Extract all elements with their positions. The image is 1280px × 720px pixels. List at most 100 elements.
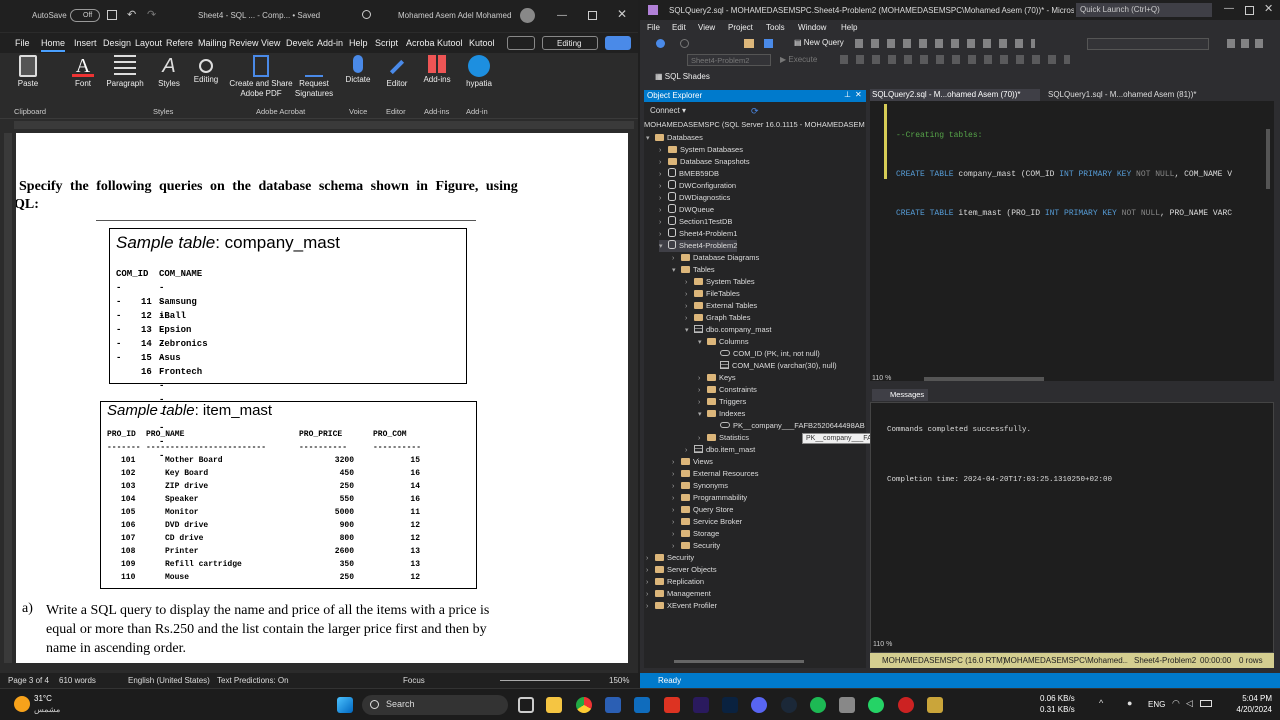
pin-icon[interactable]: ⊥	[844, 90, 851, 99]
tab-sqlquery1[interactable]: SQLQuery1.sql - M...ohamed Asem (81))*	[1046, 89, 1216, 101]
editing-button[interactable]: Editing	[190, 55, 222, 85]
document-page[interactable]: Specify the following queries on the dat…	[16, 133, 628, 663]
tree-node[interactable]: › XEvent Profiler	[646, 600, 717, 612]
tree-node[interactable]: ▾ Tables	[672, 264, 715, 276]
create-share-pdf-button[interactable]: Create and Share Adobe PDF	[229, 55, 293, 99]
steam-icon[interactable]	[781, 697, 797, 713]
settings-icon[interactable]	[1227, 39, 1267, 48]
tree-node[interactable]: › Statistics	[698, 432, 749, 444]
tree-node[interactable]: › Triggers	[698, 396, 746, 408]
tab-sqlquery2[interactable]: SQLQuery2.sql - M...ohamed Asem (70))*	[870, 89, 1040, 101]
outlook-icon[interactable]	[634, 697, 650, 713]
server-node[interactable]: MOHAMEDASEMSPC (SQL Server 16.0.1115 - M…	[644, 120, 866, 129]
ssms-taskbar-icon[interactable]	[927, 697, 943, 713]
collapse-icon[interactable]: ▾	[659, 241, 668, 253]
tree-node[interactable]: › Constraints	[698, 384, 757, 396]
dictate-button[interactable]: Dictate	[343, 55, 373, 85]
tree-node[interactable]: › FileTables	[685, 288, 740, 300]
messages-zoom[interactable]: 110 %	[873, 641, 892, 648]
tree-node[interactable]: ▾ Databases	[646, 132, 703, 144]
tree-node[interactable]: ▾ dbo.company_mast	[685, 324, 771, 336]
tree-node[interactable]: › Sheet4-Problem1	[659, 228, 737, 240]
ssms-menu-help[interactable]: Help	[841, 23, 857, 32]
menu-acrobat[interactable]: Acroba	[406, 38, 435, 48]
tree-node[interactable]: › Query Store	[672, 504, 733, 516]
zoom-slider[interactable]	[500, 680, 590, 681]
collapse-icon[interactable]: ▾	[672, 265, 681, 277]
tree-node[interactable]: › DWDiagnostics	[659, 192, 730, 204]
acrobat-icon[interactable]	[664, 697, 680, 713]
quick-launch[interactable]: Quick Launch (Ctrl+Q)	[1076, 3, 1212, 17]
tree-node[interactable]: COM_ID (PK, int, not null)	[711, 348, 820, 360]
tree-node[interactable]: › Security	[646, 552, 694, 564]
zoom-level[interactable]: 150%	[609, 676, 629, 685]
horizontal-ruler[interactable]	[14, 121, 634, 129]
search-icon[interactable]	[362, 10, 371, 19]
tree-node[interactable]: › BMEB59DB	[659, 168, 719, 180]
forward-icon[interactable]	[680, 39, 689, 48]
menu-references[interactable]: Refere	[166, 38, 193, 48]
ssms-menu-window[interactable]: Window	[798, 23, 826, 32]
collapse-icon[interactable]: ▾	[698, 409, 707, 421]
menu-file[interactable]: File	[15, 38, 30, 48]
tree-node[interactable]: › DWQueue	[659, 204, 714, 216]
editor-zoom[interactable]: 110 %	[872, 375, 891, 382]
available-databases-combo[interactable]: Sheet4-Problem2	[687, 54, 771, 66]
oe-close-icon[interactable]: ✕	[855, 90, 862, 99]
ssms-menu-file[interactable]: File	[647, 23, 660, 32]
new-query-button[interactable]: ▤ New Query	[794, 38, 844, 47]
styles-button[interactable]: A Styles	[154, 55, 184, 89]
menu-layout[interactable]: Layout	[135, 38, 162, 48]
maximize-icon[interactable]	[588, 11, 597, 20]
oe-horizontal-scrollbar[interactable]	[674, 660, 804, 663]
avatar[interactable]	[520, 8, 535, 23]
clock-time[interactable]: 5:04 PM	[1220, 694, 1272, 703]
discord-icon[interactable]	[751, 697, 767, 713]
file-explorer-icon[interactable]	[546, 697, 562, 713]
word-count[interactable]: 610 words	[59, 676, 96, 685]
menu-kutools-plus[interactable]: Kutool	[469, 38, 495, 48]
font-button[interactable]: A Font	[68, 55, 98, 89]
language[interactable]: English (United States)	[128, 676, 210, 685]
undo-icon[interactable]: ↶	[127, 8, 136, 21]
tree-node[interactable]: › External Resources	[672, 468, 758, 480]
editing-mode-button[interactable]: Editing	[542, 36, 598, 50]
tree-node[interactable]: › Database Snapshots	[659, 156, 750, 168]
query-editor[interactable]: --Creating tables: CREATE TABLE company_…	[870, 101, 1274, 382]
tree-node[interactable]: › Security	[672, 540, 720, 552]
collapse-icon[interactable]: ▾	[685, 325, 694, 337]
editor-v-scrollbar[interactable]	[1266, 129, 1270, 189]
expand-icon[interactable]: ›	[646, 601, 655, 613]
app-icon[interactable]	[839, 697, 855, 713]
clock-date[interactable]: 4/20/2024	[1220, 705, 1272, 714]
chrome-icon[interactable]	[576, 697, 592, 713]
ssms-menu-project[interactable]: Project	[728, 23, 753, 32]
share-button[interactable]	[605, 36, 631, 50]
location-icon[interactable]: ●	[1127, 698, 1132, 708]
recorder-icon[interactable]	[898, 697, 914, 713]
editor-code[interactable]: --Creating tables: CREATE TABLE company_…	[896, 103, 1270, 246]
tree-node[interactable]: ▾ Sheet4-Problem2	[659, 240, 738, 253]
collapse-icon[interactable]: ▾	[646, 133, 655, 145]
request-signatures-button[interactable]: Request Signatures	[293, 55, 335, 99]
save-all-icon[interactable]	[764, 39, 773, 48]
tree-node[interactable]: › Service Broker	[672, 516, 742, 528]
taskbar-search[interactable]: Search	[362, 695, 508, 715]
editor-h-scrollbar[interactable]	[924, 377, 1044, 381]
menu-home[interactable]: Home	[41, 38, 66, 52]
task-view-icon[interactable]	[518, 697, 534, 713]
language-indicator[interactable]: ENG	[1148, 700, 1165, 709]
menu-mailings[interactable]: Mailing	[198, 38, 227, 48]
ssms-maximize-icon[interactable]	[1245, 6, 1254, 15]
menu-developer[interactable]: Develc	[286, 38, 314, 48]
wifi-icon[interactable]: ◠	[1172, 698, 1180, 709]
premiere-icon[interactable]	[693, 697, 709, 713]
tree-node[interactable]: › Graph Tables	[685, 312, 750, 324]
tree-node[interactable]: PK__company___FAFB2520644498AB (Clus	[711, 420, 866, 432]
start-icon[interactable]	[337, 697, 353, 713]
weather-icon[interactable]	[14, 696, 30, 712]
tree-node[interactable]: › dbo.item_mast	[685, 444, 755, 456]
tree-node[interactable]: › Server Objects	[646, 564, 717, 576]
ssms-minimize-icon[interactable]: —	[1224, 3, 1234, 14]
tree-node[interactable]: › System Tables	[685, 276, 755, 288]
